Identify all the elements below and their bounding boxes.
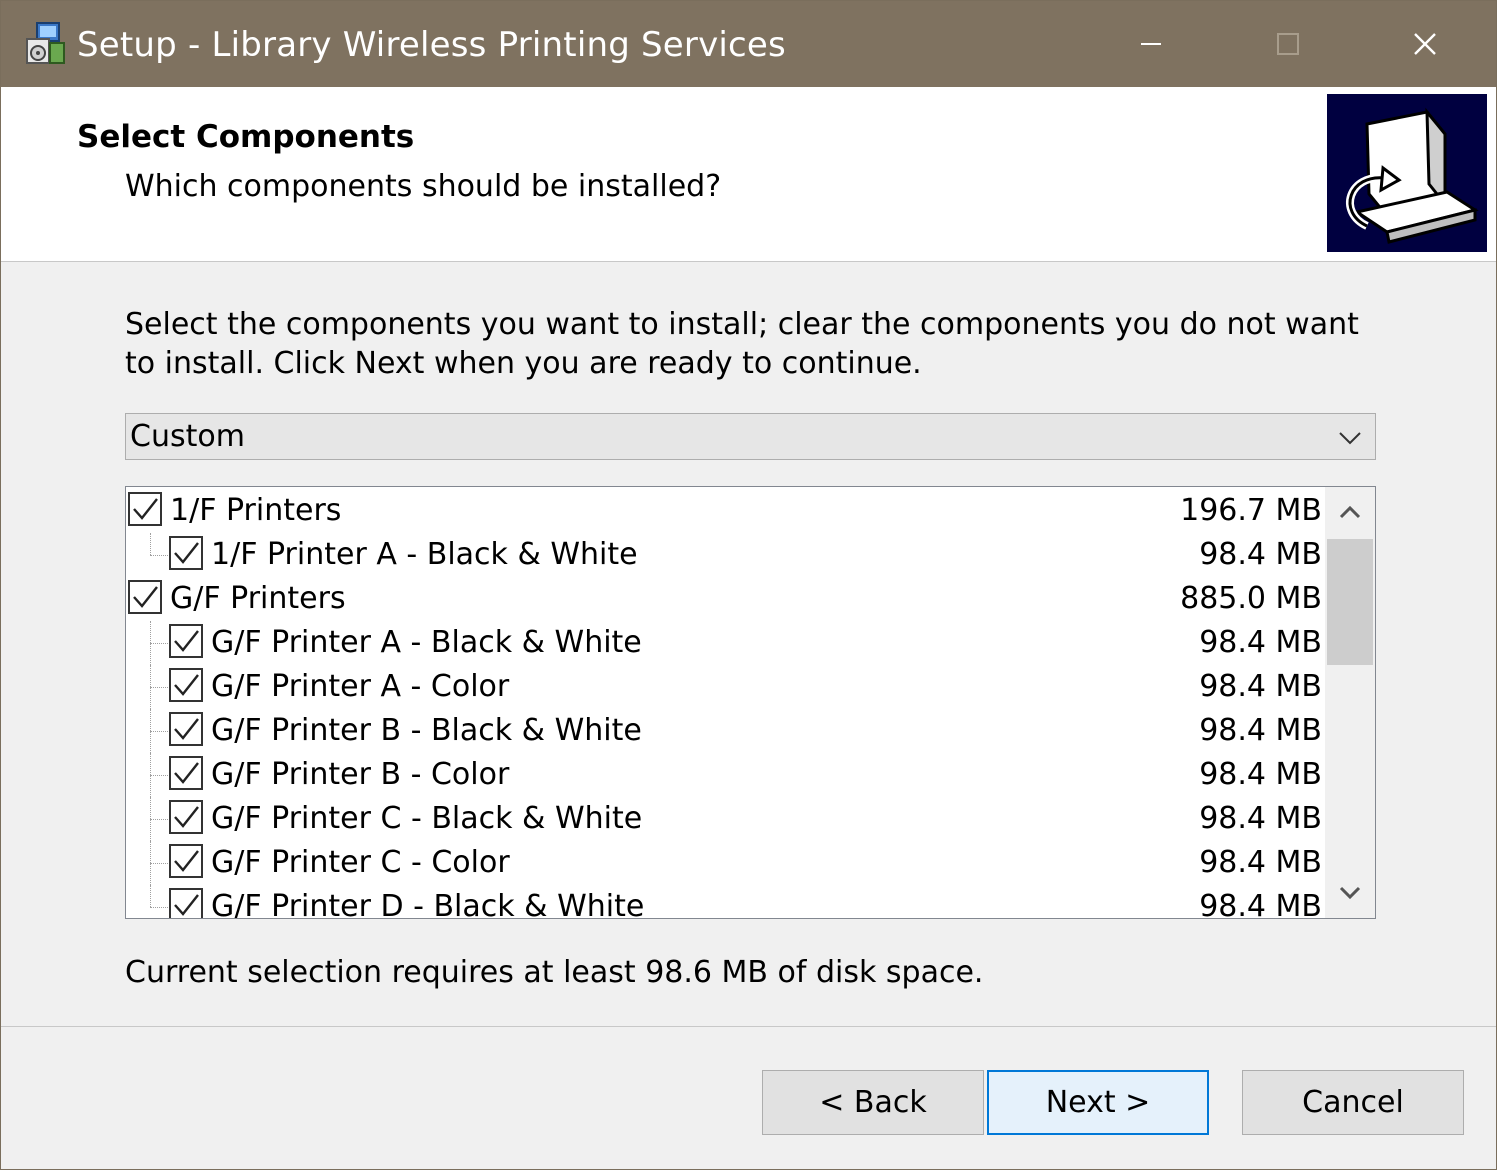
instructions-text: Select the components you want to instal… (125, 307, 1359, 381)
title-bar[interactable]: Setup - Library Wireless Printing Servic… (1, 1, 1496, 87)
component-label: G/F Printer A - Black & White (211, 625, 642, 660)
component-size: 885.0 MB (1180, 581, 1322, 616)
tree-connector (150, 819, 168, 820)
scroll-down-button[interactable] (1325, 868, 1375, 918)
component-label: G/F Printer D - Black & White (211, 889, 645, 919)
component-size: 98.4 MB (1199, 757, 1322, 792)
tree-connector (150, 709, 151, 753)
component-group-row[interactable]: G/F Printers 885.0 MB (126, 577, 1324, 621)
maximize-button[interactable] (1220, 1, 1356, 87)
install-type-value: Custom (130, 419, 245, 454)
page-subtitle: Which components should be installed? (125, 169, 722, 204)
component-label: G/F Printers (170, 581, 346, 616)
footer-divider (1, 1026, 1496, 1027)
installer-computer-icon (1327, 94, 1487, 252)
component-size: 98.4 MB (1199, 537, 1322, 572)
checkmark-icon (174, 674, 199, 696)
components-scrollbar[interactable] (1325, 487, 1375, 918)
minimize-icon (1141, 43, 1161, 45)
tree-connector (150, 907, 168, 908)
back-button[interactable]: < Back (762, 1070, 984, 1135)
tree-connector (150, 665, 151, 709)
component-row[interactable]: G/F Printer D - Black & White 98.4 MB (126, 885, 1324, 919)
component-label: G/F Printer B - Color (211, 757, 510, 792)
component-checkbox[interactable] (169, 756, 203, 790)
close-icon (1414, 33, 1436, 55)
chevron-up-icon (1339, 505, 1361, 519)
tree-connector (150, 621, 151, 665)
component-checkbox[interactable] (169, 536, 203, 570)
component-checkbox[interactable] (169, 712, 203, 746)
chevron-down-icon (1339, 886, 1361, 900)
component-label: 1/F Printer A - Black & White (211, 537, 638, 572)
checkmark-icon (174, 542, 199, 564)
tree-connector (150, 643, 168, 644)
component-checkbox[interactable] (128, 580, 162, 614)
checkmark-icon (174, 806, 199, 828)
component-row[interactable]: G/F Printer C - Black & White 98.4 MB (126, 797, 1324, 841)
disk-space-text: Current selection requires at least 98.6… (125, 955, 984, 990)
component-checkbox[interactable] (169, 844, 203, 878)
checkmark-icon (174, 850, 199, 872)
component-label: G/F Printer C - Color (211, 845, 510, 880)
page-title: Select Components (77, 119, 415, 155)
scroll-thumb[interactable] (1327, 539, 1373, 665)
setup-window: Setup - Library Wireless Printing Servic… (0, 0, 1497, 1170)
component-checkbox[interactable] (169, 888, 203, 918)
components-list[interactable]: 1/F Printers 196.7 MB 1/F Printer A - Blac… (125, 486, 1376, 919)
install-type-dropdown[interactable]: Custom (125, 413, 1376, 460)
tree-connector (150, 885, 151, 907)
component-row[interactable]: G/F Printer A - Black & White 98.4 MB (126, 621, 1324, 665)
tree-connector (150, 731, 168, 732)
component-checkbox[interactable] (169, 800, 203, 834)
maximize-icon (1277, 33, 1299, 55)
component-checkbox[interactable] (169, 668, 203, 702)
tree-connector (150, 753, 151, 797)
component-row[interactable]: G/F Printer B - Black & White 98.4 MB (126, 709, 1324, 753)
window-title: Setup - Library Wireless Printing Servic… (77, 25, 786, 65)
chevron-down-icon (1339, 432, 1361, 445)
next-button[interactable]: Next > (987, 1070, 1209, 1135)
component-row[interactable]: G/F Printer C - Color 98.4 MB (126, 841, 1324, 885)
minimize-button[interactable] (1083, 1, 1219, 87)
component-size: 98.4 MB (1199, 713, 1322, 748)
component-row[interactable]: G/F Printer A - Color 98.4 MB (126, 665, 1324, 709)
tree-connector (150, 775, 168, 776)
component-size: 98.4 MB (1199, 845, 1322, 880)
wizard-header: Select Components Which components shoul… (1, 87, 1496, 262)
checkmark-icon (133, 498, 158, 520)
cancel-button[interactable]: Cancel (1242, 1070, 1464, 1135)
component-label: G/F Printer B - Black & White (211, 713, 642, 748)
tree-connector (150, 533, 151, 555)
tree-connector (150, 863, 168, 864)
component-size: 98.4 MB (1199, 889, 1322, 919)
tree-connector (150, 841, 151, 885)
component-label: G/F Printer A - Color (211, 669, 510, 704)
component-size: 196.7 MB (1180, 493, 1322, 528)
scroll-up-button[interactable] (1325, 487, 1375, 537)
tree-connector (150, 555, 168, 556)
checkmark-icon (174, 894, 199, 916)
checkmark-icon (174, 718, 199, 740)
component-row[interactable]: G/F Printer B - Color 98.4 MB (126, 753, 1324, 797)
component-checkbox[interactable] (169, 624, 203, 658)
component-size: 98.4 MB (1199, 801, 1322, 836)
tree-connector (150, 687, 168, 688)
component-row[interactable]: 1/F Printer A - Black & White 98.4 MB (126, 533, 1324, 577)
close-button[interactable] (1357, 1, 1493, 87)
checkmark-icon (174, 630, 199, 652)
component-label: 1/F Printers (170, 493, 342, 528)
checkmark-icon (133, 586, 158, 608)
checkmark-icon (174, 762, 199, 784)
tree-connector (150, 797, 151, 841)
component-size: 98.4 MB (1199, 625, 1322, 660)
setup-app-icon (23, 21, 69, 67)
component-size: 98.4 MB (1199, 669, 1322, 704)
component-group-row[interactable]: 1/F Printers 196.7 MB (126, 489, 1324, 533)
component-label: G/F Printer C - Black & White (211, 801, 643, 836)
component-checkbox[interactable] (128, 492, 162, 526)
